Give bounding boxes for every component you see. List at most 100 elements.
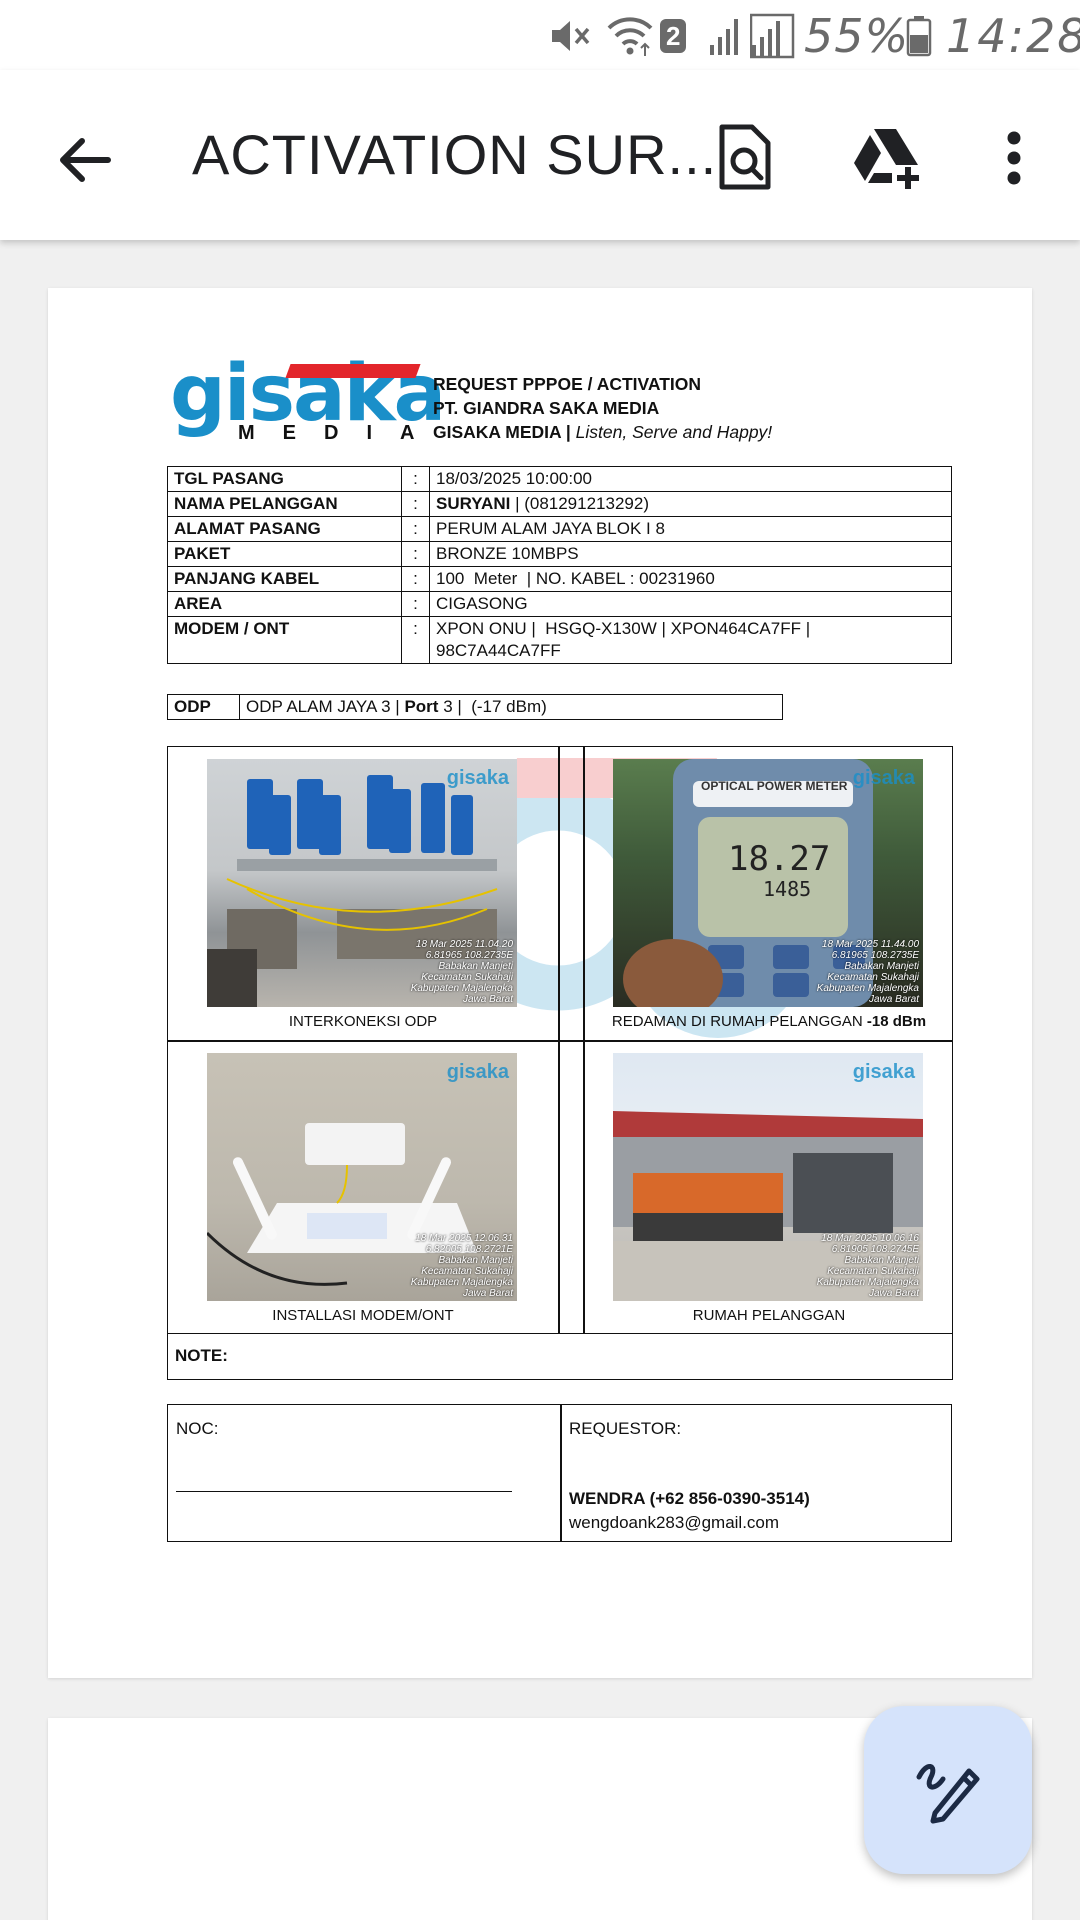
- photo-cell-house: gisaka 18 Mar 2025 10.06.16 6.81905 108.2…: [584, 1041, 954, 1333]
- photo-timestamp: 18 Mar 2025 11.44.00 6.81965 108.2735E Bab…: [816, 939, 919, 1005]
- battery-percentage: 55%: [804, 9, 910, 63]
- battery-icon: [906, 10, 932, 62]
- info-value: 100 Meter | NO. KABEL : 00231960: [429, 566, 952, 592]
- photo-watermark: gisaka: [446, 767, 509, 789]
- header-tagline: Listen, Serve and Happy!: [575, 422, 773, 442]
- odp-port-value: 3 | (-17 dBm): [443, 697, 547, 716]
- more-vert-icon: [1007, 131, 1021, 185]
- back-arrow-icon: [60, 138, 111, 182]
- photo-caption: INTERKONEKSI ODP: [288, 1013, 438, 1030]
- requestor-email: wengdoank283@gmail.com: [569, 1513, 780, 1532]
- signature-divider: [560, 1405, 562, 1541]
- info-key: NAMA PELANGGAN: [167, 491, 402, 517]
- wifi-icon: [605, 10, 655, 62]
- info-value: CIGASONG: [429, 591, 952, 617]
- photo-cell-odp: gisaka 18 Mar 2025 11.04.20 6.81965 108.2…: [168, 747, 558, 1039]
- info-key: MODEM / ONT: [167, 616, 402, 664]
- info-sep: :: [401, 491, 430, 517]
- odp-photo[interactable]: gisaka 18 Mar 2025 11.04.20 6.81965 108.2…: [207, 759, 517, 1007]
- modem-photo[interactable]: gisaka 18 Mar 2025 12.06.31 6.82005 108.2…: [207, 1053, 517, 1301]
- table-row: NAMA PELANGGAN : SURYANI | (081291213292…: [167, 491, 952, 517]
- photo-timestamp: 18 Mar 2025 11.04.20 6.81965 108.2735E Bab…: [410, 939, 513, 1005]
- photo-watermark: gisaka: [852, 767, 915, 789]
- sim-slot-badge: 2: [660, 10, 687, 62]
- photo-caption: REDAMAN DI RUMAH PELANGGAN -18 dBm: [611, 1013, 927, 1030]
- odp-value-cell: ODP ALAM JAYA 3 | Port 3 | (-17 dBm): [239, 694, 783, 720]
- header-line-2: PT. GIANDRA SAKA MEDIA: [433, 398, 660, 418]
- info-key: AREA: [167, 591, 402, 617]
- table-row: AREA : CIGASONG: [167, 591, 952, 617]
- find-in-document-button[interactable]: [704, 118, 784, 198]
- signature-box: NOC: REQUESTOR: WENDRA (+62 856-0390-351…: [167, 1404, 952, 1542]
- table-row: ALAMAT PASANG : PERUM ALAM JAYA BLOK I 8: [167, 516, 952, 542]
- edit-pen-icon: [916, 1764, 980, 1824]
- noc-label: NOC:: [176, 1419, 219, 1438]
- signal-icon-2: [750, 10, 796, 62]
- signal-icon: [708, 10, 744, 62]
- info-sep: :: [401, 591, 430, 617]
- photo-grid: gisaka 18 Mar 2025 11.04.20 6.81965 108.2…: [167, 746, 953, 1334]
- info-value-cell: SURYANI | (081291213292): [429, 491, 952, 517]
- odp-port-label: Port: [404, 697, 439, 716]
- modem-line-1: XPON ONU | HSGQ-X130W | XPON464CA7FF |: [436, 619, 811, 638]
- photo-caption: RUMAH PELANGGAN: [692, 1307, 846, 1324]
- info-key: ALAMAT PASANG: [167, 516, 402, 542]
- photo-watermark: gisaka: [852, 1061, 915, 1083]
- more-options-button[interactable]: [974, 118, 1054, 198]
- info-key: PAKET: [167, 541, 402, 567]
- header-line-3-bold: GISAKA MEDIA |: [433, 422, 571, 442]
- back-button[interactable]: [50, 125, 120, 195]
- note-label: NOTE:: [175, 1346, 228, 1365]
- document-page: gisaka MEDIA REQUEST PPPOE / ACTIVATION …: [48, 288, 1032, 1678]
- edit-fab-button[interactable]: [864, 1706, 1032, 1874]
- status-bar: 2 55% 14:28: [0, 0, 1080, 70]
- photo-timestamp: 18 Mar 2025 10.06.16 6.81905 108.2745E Bab…: [816, 1233, 919, 1299]
- noc-signature-line: [176, 1491, 512, 1492]
- customer-name: SURYANI: [436, 494, 511, 513]
- info-value: BRONZE 10MBPS: [429, 541, 952, 567]
- info-sep: :: [401, 516, 430, 542]
- photo-cell-modem: gisaka 18 Mar 2025 12.06.31 6.82005 108.2…: [168, 1041, 558, 1333]
- info-sep: :: [401, 466, 430, 492]
- info-key: TGL PASANG: [167, 466, 402, 492]
- gisaka-media-logo: gisaka MEDIA: [170, 354, 446, 444]
- header-line-1: REQUEST PPPOE / ACTIVATION: [433, 374, 702, 394]
- table-row: MODEM / ONT : XPON ONU | HSGQ-X130W | XP…: [167, 616, 952, 664]
- info-sep: :: [401, 566, 430, 592]
- odp-table: ODP ODP ALAM JAYA 3 | Port 3 | (-17 dBm): [167, 694, 783, 720]
- house-photo[interactable]: gisaka 18 Mar 2025 10.06.16 6.81905 108.2…: [613, 1053, 923, 1301]
- photo-cell-power-meter: OPTICAL POWER METER 18.27 1485 gisaka 18…: [584, 747, 954, 1039]
- info-sep: :: [401, 541, 430, 567]
- photo-caption: INSTALLASI MODEM/ONT: [272, 1307, 454, 1324]
- drive-add-icon: [854, 129, 919, 189]
- app-bar: ACTIVATION SUR...: [0, 70, 1080, 240]
- document-header: REQUEST PPPOE / ACTIVATION PT. GIANDRA S…: [433, 372, 772, 444]
- clock: 14:28: [946, 9, 1080, 63]
- meter-label: OPTICAL POWER METER: [701, 779, 848, 793]
- note-box: NOTE:: [167, 1334, 953, 1380]
- odp-name: ODP ALAM JAYA 3 |: [246, 697, 400, 716]
- info-value: 18/03/2025 10:00:00: [429, 466, 952, 492]
- power-meter-photo[interactable]: OPTICAL POWER METER 18.27 1485 gisaka 18…: [613, 759, 923, 1007]
- info-value: PERUM ALAM JAYA BLOK I 8: [429, 516, 952, 542]
- requestor-label: REQUESTOR:: [569, 1419, 682, 1438]
- customer-phone: | (081291213292): [515, 494, 649, 513]
- info-key: PANJANG KABEL: [167, 566, 402, 592]
- table-row: ODP ODP ALAM JAYA 3 | Port 3 | (-17 dBm): [167, 694, 783, 720]
- customer-info-table: TGL PASANG : 18/03/2025 10:00:00 NAMA PE…: [167, 466, 952, 664]
- logo-subtitle: MEDIA: [238, 422, 443, 444]
- table-row: PANJANG KABEL : 100 Meter | NO. KABEL : …: [167, 566, 952, 592]
- document-title: ACTIVATION SUR...: [192, 123, 718, 186]
- add-to-drive-button[interactable]: [848, 118, 928, 198]
- meter-reading: 18.27: [728, 839, 831, 879]
- table-row: PAKET : BRONZE 10MBPS: [167, 541, 952, 567]
- modem-line-2: 98C7A44CA7FF: [436, 641, 561, 660]
- odp-key: ODP: [167, 694, 240, 720]
- table-row: TGL PASANG : 18/03/2025 10:00:00: [167, 466, 952, 492]
- search-document-icon: [719, 124, 771, 190]
- meter-sub-reading: 1485: [763, 877, 812, 901]
- info-sep: :: [401, 616, 430, 664]
- logo-red-bar: [285, 364, 421, 378]
- requestor-name: WENDRA (+62 856-0390-3514): [569, 1489, 810, 1508]
- mute-icon: [548, 10, 592, 62]
